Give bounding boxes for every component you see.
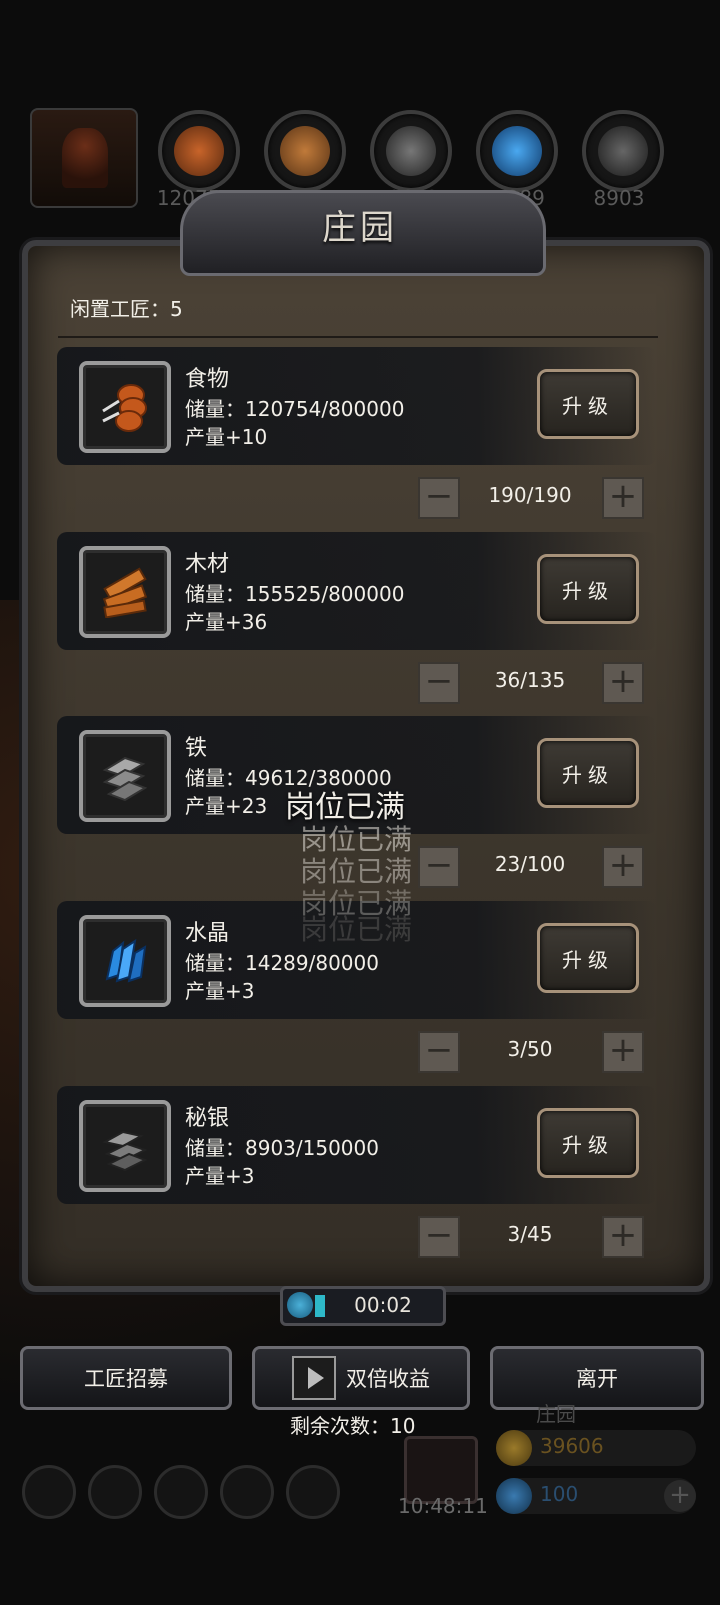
remaining-count: 剩余次数：10 xyxy=(290,1414,416,1438)
timer: 00:02 xyxy=(280,1286,446,1326)
play-video-icon xyxy=(292,1356,336,1400)
top-mithril-value: 8903 xyxy=(593,186,645,210)
increase-workers-button[interactable]: + xyxy=(602,1031,644,1073)
worker-count: 36/135 xyxy=(494,668,566,692)
hero-portrait[interactable] xyxy=(30,108,138,208)
upgrade-button[interactable]: 升级 xyxy=(537,369,639,439)
resource-stock: 储量：14289/80000 xyxy=(185,951,379,975)
gold-coin-icon xyxy=(496,1430,532,1466)
resource-row-wood: 木材 储量：155525/800000 产量+36 升级 − 36/135 + xyxy=(57,532,657,708)
hero-silhouette-icon xyxy=(62,128,108,188)
resource-row-food: 食物 储量：120754/800000 产量+10 升级 − 190/190 + xyxy=(57,347,657,523)
map-icon[interactable] xyxy=(154,1465,208,1519)
resource-name: 水晶 xyxy=(185,921,230,946)
decrease-workers-button[interactable]: − xyxy=(418,1216,460,1258)
gold-bar: 39606 xyxy=(496,1430,696,1466)
double-income-button[interactable]: 双倍收益 xyxy=(252,1346,470,1410)
top-wood-icon xyxy=(264,110,346,192)
clock-time: 10:48:11 xyxy=(398,1494,488,1518)
top-crystal-icon xyxy=(476,110,558,192)
top-food-icon xyxy=(158,110,240,192)
worker-count: 3/50 xyxy=(507,1037,553,1061)
resource-name: 秘银 xyxy=(185,1106,230,1131)
timer-progress xyxy=(315,1295,325,1317)
increase-workers-button[interactable]: + xyxy=(602,1216,644,1258)
recruit-label: 工匠招募 xyxy=(84,1367,168,1391)
decrease-workers-button[interactable]: − xyxy=(418,1031,460,1073)
top-mithril-icon xyxy=(582,110,664,192)
divider xyxy=(58,336,658,338)
crystal-icon xyxy=(79,915,171,1007)
panel-title: 庄园 xyxy=(322,208,398,248)
shop-icon[interactable] xyxy=(286,1465,340,1519)
resource-name: 食物 xyxy=(185,367,230,392)
increase-workers-button[interactable]: + xyxy=(602,846,644,888)
top-iron-icon xyxy=(370,110,452,192)
resource-production: 产量+36 xyxy=(185,610,268,634)
meat-icon xyxy=(79,361,171,453)
timer-text: 00:02 xyxy=(354,1293,412,1317)
iron-ingot-icon xyxy=(79,730,171,822)
settings-icon[interactable] xyxy=(22,1465,76,1519)
clock-icon xyxy=(287,1292,313,1318)
resource-name: 铁 xyxy=(185,736,208,761)
decrease-workers-button[interactable]: − xyxy=(418,477,460,519)
leave-label: 离开 xyxy=(576,1367,618,1391)
upgrade-button[interactable]: 升级 xyxy=(537,923,639,993)
resource-stock: 储量：8903/150000 xyxy=(185,1136,379,1160)
mithril-ingot-icon xyxy=(79,1100,171,1192)
resource-production: 产量+23 xyxy=(185,794,268,818)
star-icon[interactable] xyxy=(88,1465,142,1519)
mail-icon[interactable] xyxy=(220,1465,274,1519)
upgrade-button[interactable]: 升级 xyxy=(537,738,639,808)
gem-icon xyxy=(496,1478,532,1514)
gem-value: 100 xyxy=(540,1482,579,1506)
gold-value: 39606 xyxy=(540,1434,604,1458)
idle-workers-label: 闲置工匠：5 xyxy=(70,297,183,321)
resource-production: 产量+3 xyxy=(185,1164,255,1188)
resource-name: 木材 xyxy=(185,552,230,577)
resource-production: 产量+10 xyxy=(185,425,268,449)
increase-workers-button[interactable]: + xyxy=(602,662,644,704)
positions-full-ghost: 岗位已满 xyxy=(300,913,413,946)
upgrade-button[interactable]: 升级 xyxy=(537,554,639,624)
recruit-workers-button[interactable]: 工匠招募 xyxy=(20,1346,232,1410)
decrease-workers-button[interactable]: − xyxy=(418,846,460,888)
resource-row-mithril: 秘银 储量：8903/150000 产量+3 升级 − 3/45 + xyxy=(57,1086,657,1262)
upgrade-button[interactable]: 升级 xyxy=(537,1108,639,1178)
resource-production: 产量+3 xyxy=(185,979,255,1003)
gem-bar: 100 + xyxy=(496,1478,696,1514)
increase-workers-button[interactable]: + xyxy=(602,477,644,519)
leave-button[interactable]: 离开 xyxy=(490,1346,704,1410)
decrease-workers-button[interactable]: − xyxy=(418,662,460,704)
resource-stock: 储量：155525/800000 xyxy=(185,582,405,606)
worker-count: 190/190 xyxy=(488,483,572,507)
worker-count: 23/100 xyxy=(494,852,566,876)
worker-count: 3/45 xyxy=(507,1222,553,1246)
resource-stock: 储量：120754/800000 xyxy=(185,397,405,421)
wood-planks-icon xyxy=(79,546,171,638)
add-gems-button[interactable]: + xyxy=(664,1480,696,1512)
background-manor-label: 庄园 xyxy=(536,1402,576,1426)
double-label: 双倍收益 xyxy=(346,1367,430,1391)
